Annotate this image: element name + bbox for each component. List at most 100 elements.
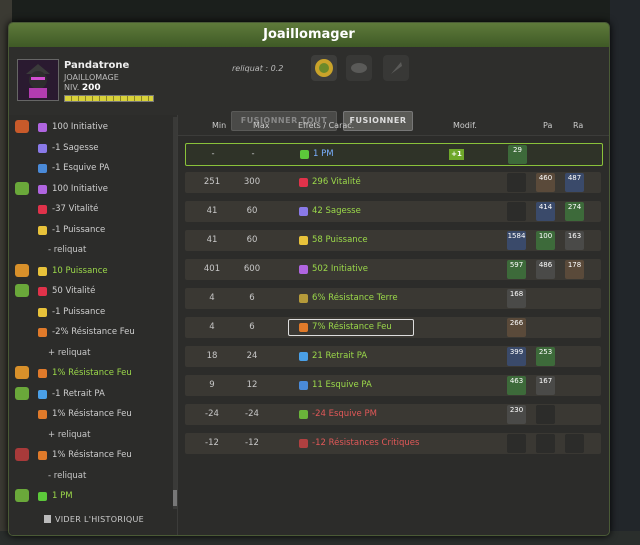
row-max: -24	[245, 409, 259, 419]
history-row-text: - reliquat	[48, 245, 87, 255]
fire-resist-icon	[38, 410, 47, 419]
rune-cell[interactable]	[536, 405, 555, 424]
rune-cell[interactable]: 487	[565, 173, 584, 192]
vitality-icon	[299, 178, 308, 187]
rune-cell[interactable]	[507, 202, 526, 221]
item-thumbnail-icon	[15, 120, 29, 133]
crit-resist-icon	[299, 439, 308, 448]
clear-history-label: VIDER L'HISTORIQUE	[55, 515, 144, 524]
rune-icon	[351, 63, 367, 73]
row-max: 6	[249, 322, 255, 332]
rune-slot[interactable]	[346, 55, 372, 81]
rune-cell[interactable]: 163	[565, 231, 584, 250]
clear-history-button[interactable]: VIDER L'HISTORIQUE	[44, 515, 144, 524]
rune-cell[interactable]: 399	[507, 347, 526, 366]
header-effects: Effets / Carac.	[298, 121, 355, 130]
rune-cell[interactable]: 167	[536, 376, 555, 395]
rune-cell[interactable]: 178	[565, 260, 584, 279]
effect-row[interactable]: - - 1 PM +1 29	[185, 143, 603, 166]
rune-cell[interactable]: 414	[536, 202, 555, 221]
rune-cell[interactable]: 274	[565, 202, 584, 221]
rune-cell[interactable]: 463	[507, 376, 526, 395]
row-max: 60	[246, 206, 258, 216]
history-row-text: -1 Puissance	[52, 306, 106, 317]
history-row-text: + reliquat	[48, 347, 91, 358]
rune-cell[interactable]: 266	[507, 318, 526, 337]
history-row-text: - reliquat	[48, 470, 87, 481]
rune-cell[interactable]: 460	[536, 173, 555, 192]
effect-row[interactable]: 4 6 7% Résistance Feu 266	[185, 317, 601, 338]
initiative-icon	[38, 184, 47, 194]
rune-cell[interactable]: 100	[536, 231, 555, 250]
item-thumbnail-icon	[15, 448, 29, 461]
history-row-text: 1% Résistance Feu	[52, 368, 132, 378]
effect-row[interactable]: 18 24 21 Retrait PA 399 253	[185, 346, 601, 367]
vitality-icon	[38, 205, 47, 214]
rune-cell[interactable]: 29	[508, 145, 527, 164]
history-row: 10 Puissance	[9, 261, 174, 281]
potion-slot[interactable]	[383, 55, 409, 81]
rune-cell[interactable]: 253	[536, 347, 555, 366]
xp-bar-fill	[65, 96, 153, 101]
level-value: 200	[81, 83, 101, 93]
row-effect-text: 6% Résistance Terre	[312, 293, 398, 303]
row-min: 41	[206, 235, 218, 245]
effect-row[interactable]: 251 300 296 Vitalité 460 487	[185, 172, 601, 193]
row-effect-text: 7% Résistance Feu	[312, 322, 392, 332]
xp-bar	[64, 95, 154, 102]
effect-row[interactable]: 9 12 11 Esquive PA 463 167	[185, 375, 601, 396]
rune-cell[interactable]: 597	[507, 260, 526, 279]
joaillomager-window: Joaillomager Pandatrone JOAILLOMAGE NIV.…	[8, 22, 610, 536]
row-max: 300	[243, 177, 261, 187]
row-min: -24	[205, 409, 219, 419]
history-row: 1% Résistance Feu	[9, 404, 174, 424]
effect-row[interactable]: 4 6 6% Résistance Terre 168	[185, 288, 601, 309]
history-scrollbar[interactable]	[173, 117, 177, 509]
rune-cell[interactable]: 1584	[507, 231, 526, 250]
wisdom-icon	[299, 207, 308, 216]
row-max: -	[251, 149, 255, 159]
effect-row[interactable]: 41 60 42 Sagesse 414 274	[185, 201, 601, 222]
background-right	[610, 0, 640, 545]
fire-resist-icon	[38, 328, 47, 337]
rune-cell[interactable]: 486	[536, 260, 555, 279]
rune-cell[interactable]: 168	[507, 289, 526, 308]
character-name: Pandatrone	[64, 60, 130, 71]
item-slot[interactable]	[311, 55, 337, 81]
item-thumbnail-icon	[15, 489, 29, 502]
earth-resist-icon	[299, 294, 308, 303]
rune-cell[interactable]: 230	[507, 405, 526, 424]
history-row-text: 100 Initiative	[52, 122, 109, 132]
rune-cell[interactable]	[507, 434, 526, 453]
effect-row[interactable]: -12 -12 -12 Résistances Critiques	[185, 433, 601, 454]
effect-row[interactable]: 401 600 502 Initiative 597 486 178	[185, 259, 601, 280]
effect-row[interactable]: 41 60 58 Puissance 1584 100 163	[185, 230, 601, 251]
ap-reduction-icon	[38, 389, 47, 399]
fire-resist-icon	[38, 451, 47, 460]
row-min: 251	[203, 177, 221, 187]
history-row: -1 Puissance	[9, 302, 174, 322]
row-max: 60	[246, 235, 258, 245]
rune-cell[interactable]	[536, 434, 555, 453]
window-title[interactable]: Joaillomager	[9, 23, 609, 47]
row-min: 18	[206, 351, 218, 361]
row-min: 9	[209, 380, 215, 390]
character-job: JOAILLOMAGE	[64, 73, 119, 82]
history-row-text: 50 Vitalité	[52, 286, 96, 296]
effect-row[interactable]: -24 -24 -24 Esquive PM 230	[185, 404, 601, 425]
row-effect-text: 11 Esquive PA	[312, 380, 372, 390]
power-icon	[38, 225, 47, 235]
row-effect-text: 296 Vitalité	[312, 177, 361, 187]
row-min: -	[211, 149, 215, 159]
history-row-text: -37 Vitalité	[52, 204, 99, 214]
history-row: -37 Vitalité	[9, 199, 174, 219]
trash-icon	[44, 515, 51, 523]
rune-cell[interactable]	[507, 173, 526, 192]
power-icon	[38, 307, 47, 317]
rune-cell[interactable]	[565, 434, 584, 453]
row-max: 6	[249, 293, 255, 303]
row-min: -12	[205, 438, 219, 448]
header-max: Max	[253, 121, 270, 130]
wisdom-icon	[38, 143, 47, 153]
history-scroll-thumb[interactable]	[173, 490, 177, 506]
